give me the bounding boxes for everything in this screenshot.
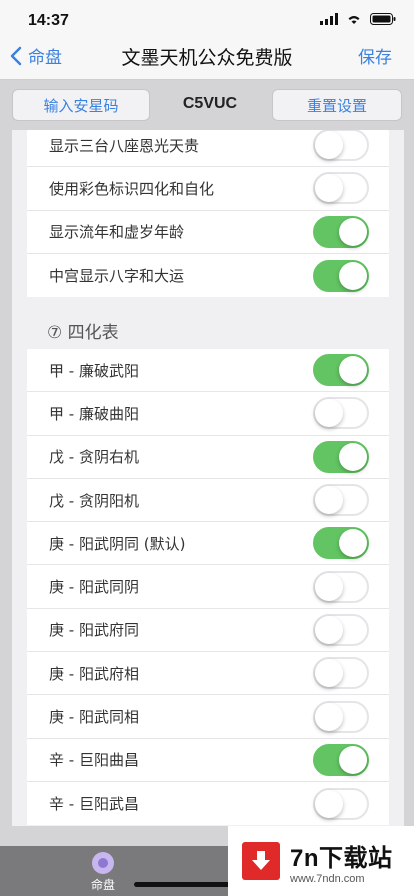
signal-icon [320,13,338,25]
sihua-row: 庚 - 阳武阴同 (默认) [27,522,389,566]
sihua-table-card: 甲 - 廉破武阳 甲 - 廉破曲阳 戊 - 贪阴右机 戊 - 贪阴阳机 庚 - … [27,349,389,826]
toggle-knob [315,399,343,428]
navigation-bar: 命盘 文墨天机公众免费版 保存 [0,34,414,80]
row-label: 庚 - 阳武同相 [49,708,139,727]
sihua-row: 庚 - 阳武同阴 [27,565,389,609]
toggle-knob [315,486,343,515]
reset-settings-button[interactable]: 重置设置 [272,89,402,121]
chart-tab-icon [92,852,114,874]
toggle-knob [339,261,367,290]
sihua-row: 戊 - 贪阴阳机 [27,479,389,523]
settings-row: 使用彩色标识四化和自化 [27,167,389,211]
toggle-switch[interactable] [313,700,369,733]
row-label: 戊 - 贪阴右机 [49,448,139,467]
sihua-row: 庚 - 阳武同相 [27,695,389,739]
toggle-knob [315,702,343,731]
row-label: 辛 - 巨阳曲昌 [49,751,139,770]
tab-chart[interactable]: 命盘 [78,852,128,893]
watermark-url: www.7ndn.com [290,872,365,885]
sihua-row: 庚 - 阳武府同 [27,609,389,653]
toggle-knob [339,217,367,246]
toggle-switch[interactable] [313,259,369,292]
battery-icon [370,13,396,25]
toggle-switch[interactable] [313,215,369,248]
sihua-row: 辛 - 巨阳武昌 [27,782,389,825]
sihua-section-title: ⑦ 四化表 [47,323,119,343]
row-label: 庚 - 阳武阴同 (默认) [49,534,186,553]
row-label: 显示流年和虚岁年龄 [49,223,185,242]
sihua-row: 戊 - 贪阴右机 [27,436,389,479]
toggle-knob [315,174,343,203]
wifi-icon [348,16,360,24]
status-icons [320,13,396,25]
toggle-knob [339,442,367,471]
watermark-title: 7n下载站 [290,844,393,872]
settings-row: 显示三台八座恩光天贵 [27,130,389,168]
sihua-row: 庚 - 阳武府相 [27,652,389,696]
toggle-switch[interactable] [313,787,369,820]
toggle-switch[interactable] [313,397,369,430]
tab-label: 命盘 [90,878,115,892]
row-label: 庚 - 阳武府相 [49,664,139,683]
row-label: 庚 - 阳武府同 [49,621,139,640]
toggle-knob [315,659,343,688]
page-title: 文墨天机公众免费版 [121,47,293,69]
sihua-row: 甲 - 廉破曲阳 [27,392,389,436]
star-code: C5VUC [182,95,238,112]
toggle-switch[interactable] [313,440,369,473]
row-label: 中宫显示八字和大运 [49,267,185,286]
toggle-switch[interactable] [313,570,369,603]
toggle-switch[interactable] [313,130,369,162]
sihua-row: 甲 - 廉破武阳 [27,349,389,393]
toggle-switch[interactable] [313,613,369,646]
settings-list[interactable]: 显示三台八座恩光天贵 使用彩色标识四化和自化 显示流年和虚岁年龄 中宫显示八字和… [12,130,404,826]
watermark: 7n下载站 www.7ndn.com [228,826,414,896]
settings-row: 显示流年和虚岁年龄 [27,211,389,254]
row-label: 庚 - 阳武同阴 [49,578,139,597]
toggle-knob [339,745,367,774]
settings-row: 中宫显示八字和大运 [27,254,389,297]
row-label: 甲 - 廉破曲阳 [49,404,139,423]
toggle-knob [339,356,367,385]
toggle-knob [315,572,343,601]
toggle-switch[interactable] [313,527,369,560]
save-button[interactable]: 保存 [358,43,392,68]
display-options-card: 显示三台八座恩光天贵 使用彩色标识四化和自化 显示流年和虚岁年龄 中宫显示八字和… [27,130,389,298]
toggle-switch[interactable] [313,172,369,205]
download-arrow-icon [242,842,280,880]
input-code-button[interactable]: 输入安星码 [12,89,150,121]
toggle-knob [315,615,343,644]
toggle-knob [315,131,343,160]
toggle-switch[interactable] [313,743,369,776]
toggle-knob [315,789,343,818]
sihua-row: 辛 - 巨阳曲昌 [27,739,389,782]
settings-toolbar: 输入安星码 C5VUC 重置设置 [0,80,414,130]
toggle-knob [339,529,367,558]
row-label: 甲 - 廉破武阳 [49,361,139,380]
row-label: 戊 - 贪阴阳机 [49,491,139,510]
row-label: 显示三台八座恩光天贵 [49,136,200,155]
toggle-switch[interactable] [313,657,369,690]
toggle-switch[interactable] [313,354,369,387]
row-label: 使用彩色标识四化和自化 [49,179,215,198]
toggle-switch[interactable] [313,484,369,517]
status-time: 14:37 [28,12,69,29]
row-label: 辛 - 巨阳武昌 [49,795,139,814]
